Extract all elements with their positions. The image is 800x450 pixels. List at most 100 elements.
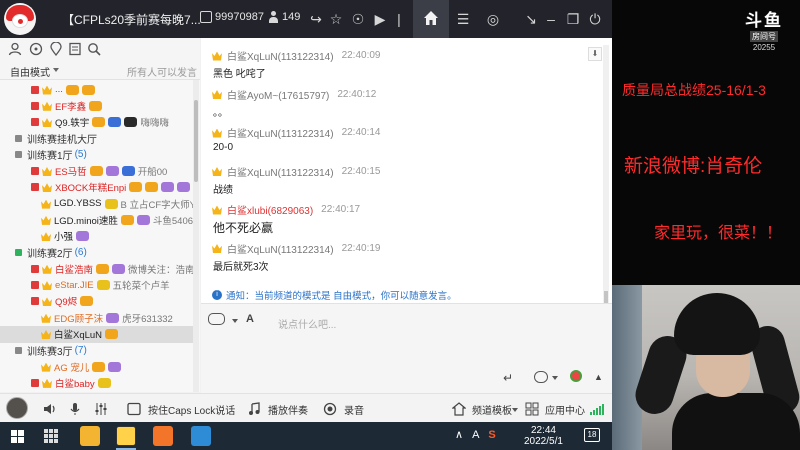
member-count[interactable]: 149 [268,11,300,23]
channel-title[interactable]: 【CFPLs20季前赛每晚7... [62,11,201,28]
restore-icon[interactable]: ❐ [563,9,583,29]
channel-icon[interactable] [29,42,43,56]
minimize-to-tray-icon[interactable]: ↘ [521,9,541,29]
app-window-icon[interactable] [191,426,211,446]
list-icon[interactable]: ☰ [453,9,473,29]
bookmark-icon[interactable] [68,42,82,56]
chat-panel: 白鲨XqLuN(113122314) 22:40:09 黑色 叱咤了 白鲨AyoM~(… [201,38,612,303]
font-style-icon[interactable]: A [246,313,254,325]
vip-crown-icon [41,313,51,323]
input-language-indicator[interactable]: A [472,429,479,441]
chat-sender[interactable]: 白鲨XqLuN(113122314) [227,125,334,140]
star-icon[interactable]: ☆ [326,9,346,29]
gamepad-icon[interactable] [208,313,225,325]
send-enter-icon[interactable]: ↵ [503,371,513,385]
channel-tree-channel[interactable]: 训练赛3厅 (7) [0,342,87,359]
channel-tree-user[interactable]: EF李鑫 [0,97,193,114]
user-name: Q9烬 [55,297,78,309]
channel-tree-channel[interactable]: 训练赛挂机大厅 [0,130,99,147]
record-button[interactable]: 录音 [344,402,364,417]
music-note-icon[interactable] [247,402,261,416]
chat-message-text: 最后就死3次 [213,261,269,273]
template-icon[interactable] [452,402,466,416]
home-button[interactable] [413,0,449,38]
chevron-up-icon[interactable]: ∧ [455,428,463,441]
gamepad-icon[interactable]: ◎ [483,9,503,29]
windows-start-icon[interactable] [11,430,24,443]
chat-scrollbar[interactable] [603,45,609,303]
caps-lock-talk-label[interactable]: 按住Caps Lock说话 [148,402,235,417]
chat-sender[interactable]: 白鲨AyoM~(17615797) [227,87,329,102]
channel-toggle-icon[interactable] [15,249,22,256]
chat-sender[interactable]: 白鲨XqLuN(113122314) [227,48,334,63]
clock[interactable]: 22:44 2022/5/1 [524,425,563,447]
bell-icon[interactable]: ☉ [348,9,368,29]
equalizer-icon[interactable] [94,402,108,416]
chat-input-placeholder[interactable]: 说点什么吧... [278,316,336,331]
mode-select[interactable]: 自由模式 [10,64,50,79]
power-icon[interactable]: ⏻ [585,9,605,29]
channel-toggle-icon[interactable] [15,151,22,159]
avatar[interactable] [6,397,28,419]
user-badge-icon [92,117,106,128]
channel-tree-user[interactable]: XBOCK年糕Enpi [0,179,193,196]
caps-key-icon[interactable] [127,402,141,416]
channel-tree-user[interactable]: LGD.YBSS B 立占CF字大师YB [0,195,193,212]
overlay-note-text: 家里玩，很菜！！ [654,225,783,242]
chevron-down-icon[interactable] [53,68,59,72]
channel-tree-user[interactable]: eStar.JIE 五轮菜个卢羊 [0,277,193,294]
chat-scrollbar-thumb[interactable] [604,291,608,303]
channel-tree-user[interactable]: 白鲨XqLuN [0,325,193,343]
flower-gift-icon[interactable] [570,370,582,382]
speaker-icon[interactable] [42,402,56,416]
channel-template-button[interactable]: 频道模板 [472,402,512,417]
sogou-ime-icon[interactable]: S [488,429,495,441]
channel-tree-channel[interactable]: 训练赛1厅 (5) [0,146,87,163]
minimize-icon[interactable]: – [541,9,561,29]
channel-logo-icon[interactable] [4,3,36,35]
file-explorer-icon[interactable] [80,426,100,446]
chevron-down-icon[interactable] [552,376,558,380]
task-view-icon[interactable] [44,429,58,443]
location-icon[interactable] [49,42,63,56]
record-icon[interactable] [323,402,337,416]
accompany-button[interactable]: 播放伴奏 [268,402,308,417]
user-signature: B 立占CF字大师YB [120,199,193,211]
browser-app-icon[interactable] [153,426,173,446]
app-center-button[interactable]: 应用中心 [545,402,585,417]
notification-icon[interactable]: 18 [584,428,600,442]
channel-tree-user[interactable]: 白鲨baby [0,374,193,391]
channel-tree-channel[interactable]: 训练赛2厅 (6) [0,244,87,261]
chat-input-area[interactable]: A 说点什么吧... ↵ ▲ [201,303,612,393]
channel-tree-user[interactable]: AG 宠儿 [0,358,193,375]
share-icon[interactable]: ↪ [306,9,326,29]
channel-tree-user[interactable]: ES马哲 开船00 [0,163,193,180]
emoji-icon[interactable] [534,371,548,383]
chat-message-header: 白鲨xlubi(6829063) 22:40:17 [212,202,360,217]
user-icon[interactable] [8,42,22,56]
chevron-down-icon[interactable] [512,408,518,412]
tree-scrollbar-thumb[interactable] [194,100,198,182]
chevron-up-icon[interactable]: ▲ [594,372,603,382]
chevron-down-icon[interactable] [232,319,238,323]
search-icon[interactable] [87,42,101,56]
chat-sender[interactable]: 白鲨xlubi(6829063) [227,202,313,217]
yy-app-icon[interactable] [116,426,136,446]
chat-sender[interactable]: 白鲨XqLuN(113122314) [227,241,334,256]
channel-tree-user[interactable]: Q9烬 [0,293,193,310]
channel-tree-user[interactable]: 白鲨浩南 微博关注：浩南一味 [0,260,193,277]
channel-tree-user[interactable]: ... [0,81,193,98]
user-badge-icon [105,329,119,339]
voice-status-icon [31,167,39,175]
microphone-icon[interactable] [68,402,82,416]
channel-toggle-icon[interactable] [15,134,22,142]
channel-tree-user[interactable]: LGD.minoi速胜 斗鱼5406 [0,211,193,228]
channel-tree-user[interactable]: EDG顾子沫 虎牙631332 [0,309,193,326]
channel-toggle-icon[interactable] [15,346,22,354]
chat-sender[interactable]: 白鲨XqLuN(113122314) [227,164,334,179]
channel-tree-user[interactable]: Q9.轶宇 嗨嗨嗨 [0,114,193,131]
scroll-down-button[interactable]: ⬇ [588,47,602,61]
video-icon[interactable]: ▶ [370,9,390,29]
app-center-icon[interactable] [525,402,539,416]
channel-tree-user[interactable]: 小强 [0,228,193,245]
